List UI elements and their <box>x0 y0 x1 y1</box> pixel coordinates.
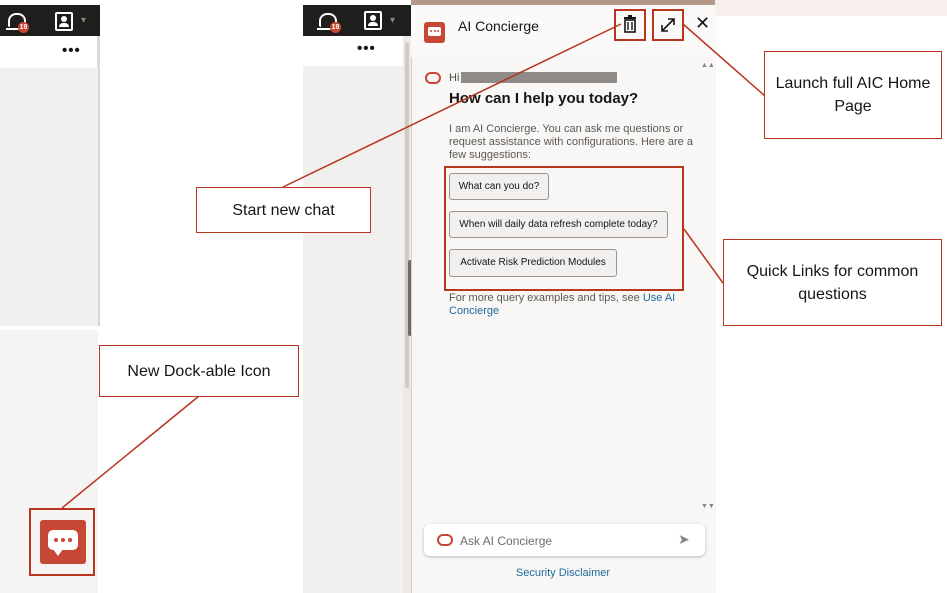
callout-quick-links: Quick Links for common questions <box>723 239 942 326</box>
callout-dockable-icon: New Dock-able Icon <box>99 345 299 397</box>
callout-launch-full: Launch full AIC Home Page <box>764 51 942 139</box>
callout-start-new-chat: Start new chat <box>196 187 371 233</box>
